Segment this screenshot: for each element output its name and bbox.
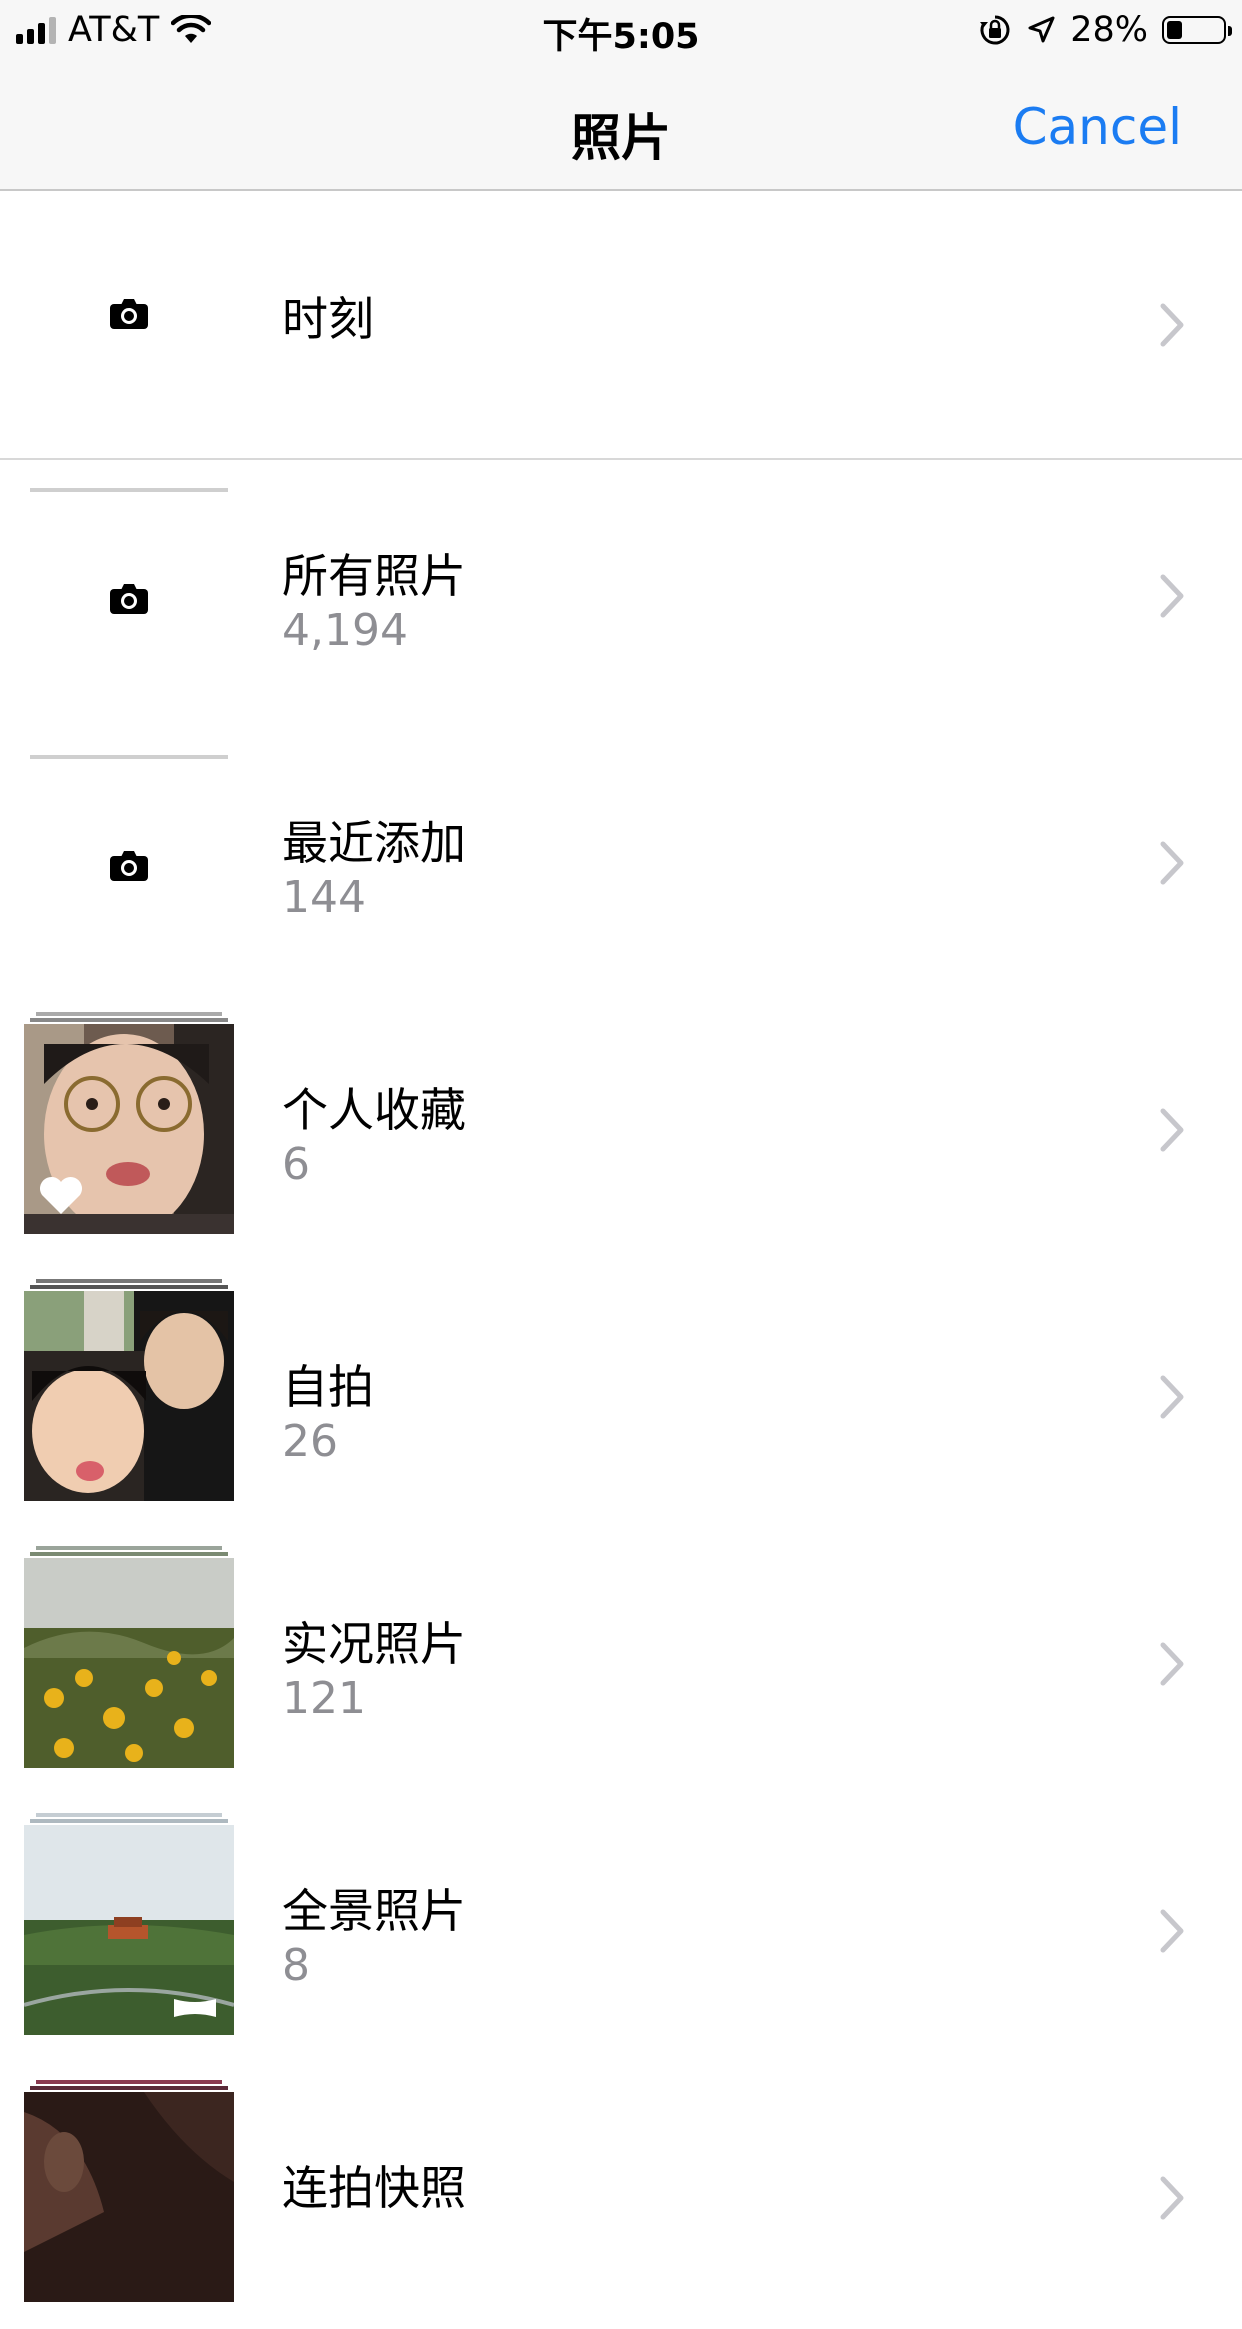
- album-thumbnail: [24, 494, 234, 704]
- album-title: 自拍: [282, 1360, 374, 1414]
- album-thumbnail: [24, 1558, 234, 1768]
- chevron-right-icon: [1160, 1108, 1184, 1152]
- album-text: 所有照片 4,194: [282, 548, 466, 658]
- orientation-lock-icon: [980, 15, 1010, 45]
- album-count: 8: [282, 1940, 310, 1991]
- album-title: 最近添加: [282, 816, 466, 870]
- album-row-favorites[interactable]: 个人收藏 6: [0, 994, 1242, 1261]
- chevron-right-icon: [1160, 303, 1184, 347]
- album-count: 26: [282, 1416, 338, 1467]
- album-thumbnail: [24, 761, 234, 971]
- album-text: 个人收藏 6: [282, 1082, 466, 1192]
- album-list: 时刻 所有照片 4,194 最近添加 144 个人收藏 6 自拍 26 实况照片…: [0, 193, 1242, 2329]
- cancel-button[interactable]: Cancel: [1013, 98, 1182, 156]
- album-count: 6: [282, 1139, 310, 1190]
- album-title: 全景照片: [282, 1884, 466, 1938]
- status-right: 28%: [978, 8, 1232, 52]
- heart-icon: [39, 1176, 83, 1214]
- album-text: 最近添加 144: [282, 815, 466, 925]
- album-thumbnail: [24, 1291, 234, 1501]
- location-arrow-icon: [1028, 16, 1055, 43]
- album-count: 144: [282, 872, 366, 923]
- battery-icon: [1162, 16, 1232, 44]
- panorama-icon: [174, 1999, 216, 2017]
- album-title: 实况照片: [282, 1617, 466, 1671]
- chevron-right-icon: [1160, 1642, 1184, 1686]
- battery-percentage: 28%: [1070, 10, 1148, 50]
- album-row-moments[interactable]: 时刻: [0, 193, 1242, 460]
- album-text: 时刻: [282, 291, 374, 347]
- album-thumbnail: [24, 2092, 234, 2302]
- album-row-selfies[interactable]: 自拍 26: [0, 1261, 1242, 1528]
- camera-icon: [24, 209, 234, 419]
- chevron-right-icon: [1160, 1375, 1184, 1419]
- album-thumbnail: [24, 1825, 234, 2035]
- album-row-all-photos[interactable]: 所有照片 4,194: [0, 460, 1242, 727]
- album-row-panoramas[interactable]: 全景照片 8: [0, 1795, 1242, 2062]
- album-text: 自拍 26: [282, 1359, 374, 1469]
- album-row-live-photos[interactable]: 实况照片 121: [0, 1528, 1242, 1795]
- album-count: 4,194: [282, 605, 408, 656]
- album-count: 121: [282, 1673, 366, 1724]
- album-text: 全景照片 8: [282, 1883, 466, 1993]
- camera-icon: [24, 494, 234, 704]
- album-text: 实况照片 121: [282, 1616, 466, 1726]
- album-title: 所有照片: [282, 549, 466, 603]
- camera-icon: [24, 761, 234, 971]
- chevron-right-icon: [1160, 2176, 1184, 2220]
- album-thumbnail: [24, 1024, 234, 1234]
- chevron-right-icon: [1160, 841, 1184, 885]
- album-thumbnail: [24, 209, 234, 419]
- album-row-recently-added[interactable]: 最近添加 144: [0, 727, 1242, 994]
- chevron-right-icon: [1160, 1909, 1184, 1953]
- status-bar: AT&T 下午5:05 28%: [0, 0, 1242, 60]
- chevron-right-icon: [1160, 574, 1184, 618]
- album-row-bursts[interactable]: 连拍快照: [0, 2062, 1242, 2329]
- album-title: 个人收藏: [282, 1083, 466, 1137]
- album-title: 时刻: [282, 292, 374, 346]
- navigation-bar: 照片 Cancel: [0, 60, 1242, 191]
